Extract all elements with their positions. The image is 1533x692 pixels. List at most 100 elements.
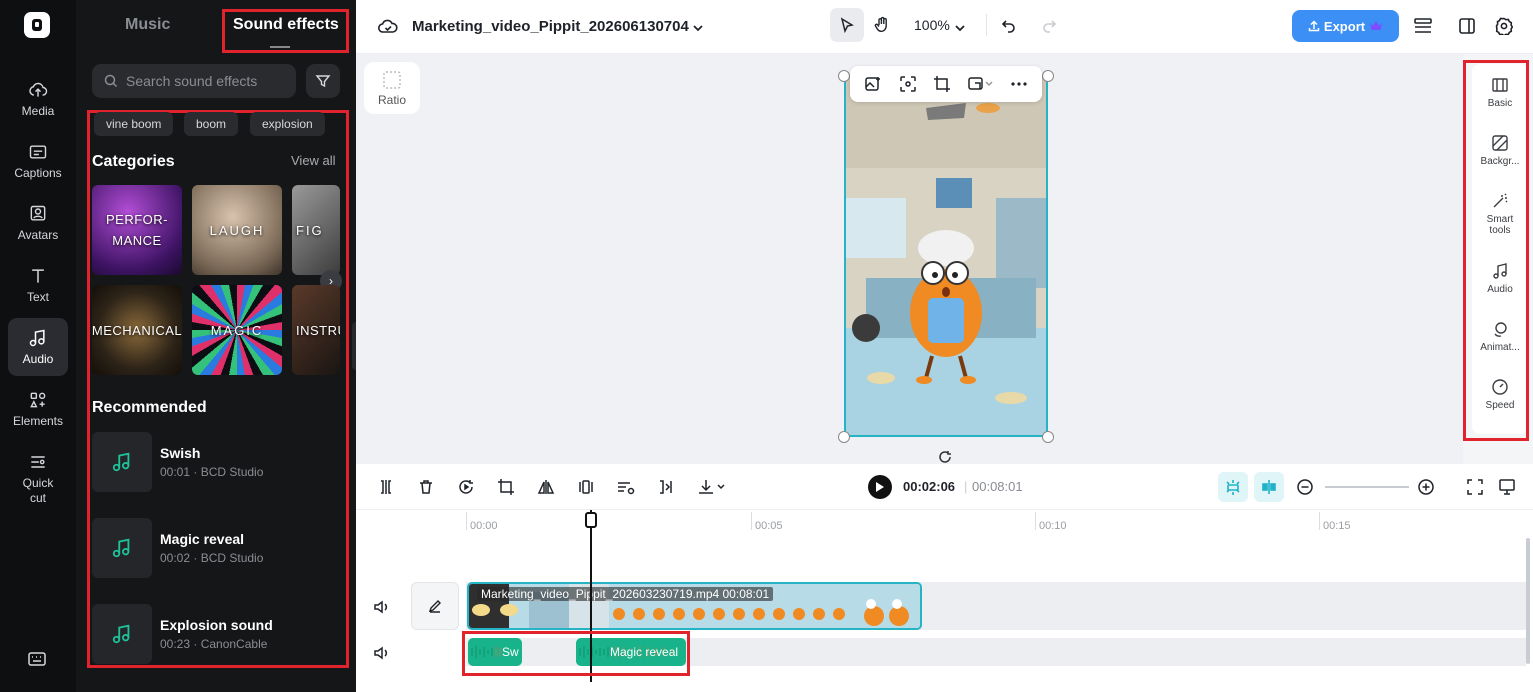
resize-handle[interactable]: [1042, 70, 1054, 82]
audio-clip-label: Magic reveal: [610, 645, 679, 659]
category-card-laugh[interactable]: LAUGH: [192, 185, 282, 275]
search-chip[interactable]: explosion: [250, 112, 325, 136]
category-label: FIG: [296, 222, 324, 238]
crop-icon[interactable]: [933, 75, 951, 93]
tab-sound-effects[interactable]: Sound effects: [233, 16, 339, 34]
view-all-link[interactable]: View all: [291, 153, 336, 168]
properties-item-audio[interactable]: Audio: [1472, 262, 1528, 295]
audio-clip-magic-reveal[interactable]: Magic reveal: [576, 638, 686, 666]
link-clips-button[interactable]: [1254, 472, 1284, 502]
category-card-performance[interactable]: PERFOR- MANCE: [92, 185, 182, 275]
properties-item-speed[interactable]: Speed: [1472, 378, 1528, 411]
image-swap-icon[interactable]: [967, 75, 993, 93]
freeze-frame-icon[interactable]: [575, 476, 597, 498]
tab-music[interactable]: Music: [125, 16, 170, 34]
toggle-panel-button[interactable]: [1450, 9, 1484, 43]
category-label: MAGIC: [210, 322, 264, 338]
category-card-magic[interactable]: MAGIC: [192, 285, 282, 375]
properties-label: Animat...: [1480, 342, 1520, 353]
remove-background-icon[interactable]: [615, 476, 637, 498]
auto-snap-button[interactable]: [1218, 472, 1248, 502]
left-rail: Media Captions Avatars Text Audio Elemen…: [0, 0, 76, 692]
ratio-button[interactable]: Ratio: [364, 62, 420, 114]
replace-image-icon[interactable]: [864, 75, 882, 93]
properties-item-background[interactable]: Backgr...: [1472, 134, 1528, 167]
sound-title: Explosion sound: [160, 617, 273, 633]
speaker-icon[interactable]: [372, 598, 390, 616]
redo-button[interactable]: [1032, 8, 1066, 42]
app-logo[interactable]: [24, 12, 50, 38]
search-chip[interactable]: boom: [184, 112, 239, 136]
fullscreen-icon[interactable]: [1464, 476, 1486, 498]
sound-item[interactable]: Explosion sound 00:23 · CanonCable: [92, 604, 342, 664]
settings-button[interactable]: [1487, 9, 1521, 43]
timeline-scrollbar[interactable]: [1526, 538, 1530, 664]
crown-icon: [1370, 21, 1383, 30]
properties-item-basic[interactable]: Basic: [1472, 76, 1528, 109]
category-card-fig[interactable]: FIG: [292, 185, 340, 275]
video-clip[interactable]: Marketing_video_Pippit_202603230719.mp4 …: [467, 582, 922, 630]
layers-button[interactable]: [1406, 9, 1440, 43]
speedometer-icon: [1492, 379, 1508, 395]
crop-icon[interactable]: [495, 476, 517, 498]
zoom-in-icon[interactable]: [1415, 476, 1437, 498]
rail-item-avatars[interactable]: Avatars: [8, 194, 68, 252]
properties-item-animation[interactable]: Animat...: [1472, 320, 1528, 353]
category-label: PERFOR- MANCE: [106, 212, 168, 248]
timeline[interactable]: 00:00 00:05 00:10 00:15 Marketing_video_…: [356, 510, 1533, 692]
speaker-icon[interactable]: [372, 644, 390, 662]
quick-cut-icon: [31, 456, 45, 468]
rail-item-media[interactable]: Media: [8, 70, 68, 128]
timeline-toolbar: 00:02:06 | 00:08:01: [356, 464, 1533, 510]
search-bar[interactable]: [92, 64, 296, 98]
rail-item-audio[interactable]: Audio: [8, 318, 68, 376]
music-note-icon: [112, 538, 130, 558]
playhead[interactable]: [590, 510, 592, 682]
resize-handle[interactable]: [838, 70, 850, 82]
hand-tool-button[interactable]: [865, 8, 899, 42]
cloud-save-icon[interactable]: [378, 17, 398, 40]
flip-icon[interactable]: [535, 476, 557, 498]
search-chip[interactable]: vine boom: [94, 112, 174, 136]
audio-clip-swish[interactable]: Sw: [468, 638, 522, 666]
split-icon[interactable]: [375, 476, 397, 498]
video-preview-frame[interactable]: [844, 76, 1048, 437]
rail-item-elements[interactable]: Elements: [8, 380, 68, 438]
search-input[interactable]: [126, 73, 286, 89]
timeline-zoom-slider[interactable]: [1325, 486, 1409, 488]
select-tool-button[interactable]: [830, 8, 864, 42]
rail-label-audio: Audio: [22, 352, 54, 366]
sound-item[interactable]: Swish 00:01 · BCD Studio: [92, 432, 342, 492]
sound-item[interactable]: Magic reveal 00:02 · BCD Studio: [92, 518, 342, 578]
playhead-handle[interactable]: [585, 512, 597, 528]
category-card-mechanical[interactable]: MECHANICAL: [92, 285, 182, 375]
category-card-instruments[interactable]: INSTRU: [292, 285, 340, 375]
zoom-out-icon[interactable]: [1294, 476, 1316, 498]
resize-handle[interactable]: [1042, 431, 1054, 443]
comment-icon[interactable]: [1496, 476, 1518, 498]
project-title[interactable]: Marketing_video_Pippit_202606130704: [412, 18, 689, 35]
replay-icon[interactable]: [455, 476, 477, 498]
download-icon[interactable]: [695, 476, 729, 498]
edit-track-button[interactable]: [411, 582, 459, 630]
chevron-down-icon[interactable]: [692, 20, 704, 38]
focus-icon[interactable]: [899, 75, 917, 93]
filter-button[interactable]: [306, 64, 340, 98]
resize-handle[interactable]: [838, 431, 850, 443]
panel-layout-icon: [1459, 18, 1475, 34]
delete-icon[interactable]: [415, 476, 437, 498]
undo-button[interactable]: [992, 8, 1026, 42]
rail-item-captions[interactable]: Captions: [8, 132, 68, 190]
zoom-level[interactable]: 100%: [914, 17, 950, 33]
trim-icon[interactable]: [655, 476, 677, 498]
tick-mark: [1035, 512, 1036, 530]
keyboard-shortcuts-icon[interactable]: [28, 651, 46, 672]
chevron-down-icon[interactable]: [954, 20, 966, 38]
export-button[interactable]: Export: [1292, 10, 1399, 42]
play-button[interactable]: [868, 475, 892, 499]
rail-item-text[interactable]: Text: [8, 256, 68, 314]
properties-item-smart-tools[interactable]: Smart tools: [1472, 192, 1528, 236]
rail-item-quick-cut[interactable]: Quick cut: [8, 446, 68, 512]
properties-label: Smart tools: [1486, 214, 1514, 236]
more-icon[interactable]: [1010, 75, 1028, 93]
